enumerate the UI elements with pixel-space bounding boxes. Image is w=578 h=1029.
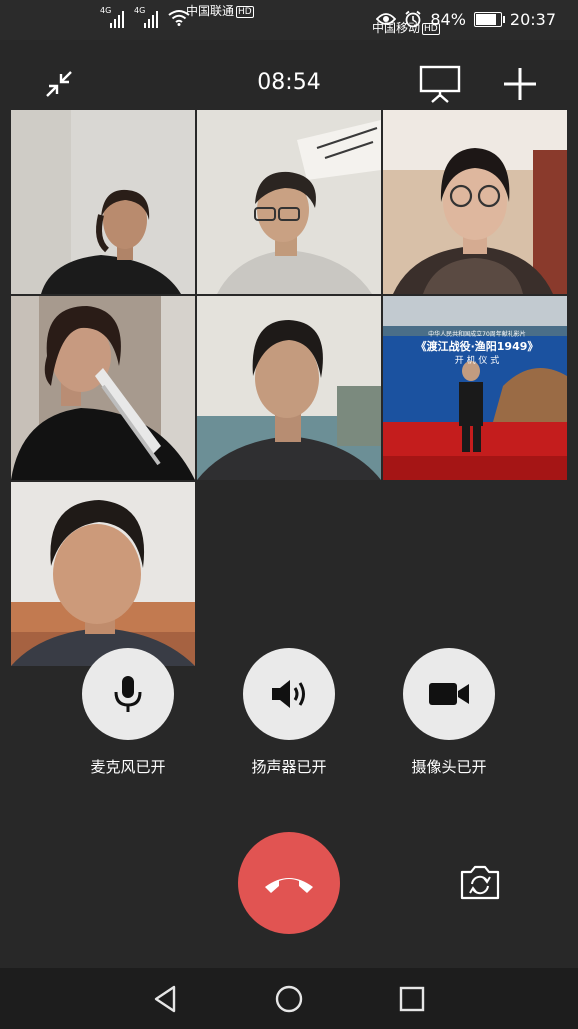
network-type-label: 4G: [100, 6, 112, 15]
back-icon[interactable]: [152, 984, 180, 1014]
carrier-1: 中国联通 HD: [186, 4, 254, 18]
participant-video-6[interactable]: 中华人民共和国成立70周年献礼影片 《渡江战役·渔阳1949》 开 机 仪 式: [383, 296, 567, 480]
participant-video-7[interactable]: [11, 482, 195, 666]
video-camera-icon: [429, 683, 469, 705]
battery-icon: [473, 11, 505, 27]
status-bar: 中国联通 HD 中国移动 HD 4G 4G 84% 20:37: [0, 0, 578, 40]
signal-icon-2: 4G: [134, 6, 164, 28]
speaker-icon: [272, 680, 305, 708]
hang-up-button[interactable]: [238, 832, 340, 934]
banner-line-2: 《渡江战役·渔阳1949》: [415, 340, 539, 353]
battery-percent: 84%: [430, 9, 466, 29]
participant-video-4[interactable]: [11, 296, 195, 480]
participant-video-1[interactable]: [11, 110, 195, 294]
call-timer: 08:54: [257, 70, 321, 95]
banner-line-3: 开 机 仪 式: [454, 356, 500, 366]
status-right: 84% 20:37: [376, 8, 556, 30]
wifi-icon: [168, 10, 190, 26]
camera-button[interactable]: [403, 648, 495, 740]
mic-button[interactable]: [82, 648, 174, 740]
recents-icon[interactable]: [398, 984, 426, 1014]
speaker-label: 扬声器已开: [251, 758, 327, 776]
microphone-icon: [114, 676, 142, 712]
speaker-button[interactable]: [243, 648, 335, 740]
hd-badge: HD: [236, 6, 254, 18]
camera-label: 摄像头已开: [411, 758, 487, 776]
navigation-bar: [0, 968, 578, 1029]
clock: 20:37: [509, 9, 556, 29]
carrier-1-name: 中国联通: [186, 4, 235, 18]
alarm-icon: [405, 10, 421, 28]
participant-video-2[interactable]: [197, 110, 381, 294]
home-icon[interactable]: [274, 984, 304, 1014]
mic-label: 麦克风已开: [90, 758, 166, 776]
participant-video-3[interactable]: [383, 110, 567, 294]
network-type-label-2: 4G: [134, 6, 146, 15]
hang-up-icon: [265, 878, 313, 893]
participant-video-5[interactable]: [197, 296, 381, 480]
banner-text: 中华人民共和国成立70周年献礼影片 《渡江战役·渔阳1949》 开 机 仪 式: [389, 330, 565, 367]
banner-line-1: 中华人民共和国成立70周年献礼影片: [428, 331, 526, 338]
eye-icon: [376, 13, 397, 25]
screen-share-icon[interactable]: [418, 64, 462, 104]
signal-icon: 4G: [100, 6, 130, 28]
switch-camera-icon[interactable]: [458, 864, 502, 902]
add-participant-icon[interactable]: [502, 66, 538, 102]
